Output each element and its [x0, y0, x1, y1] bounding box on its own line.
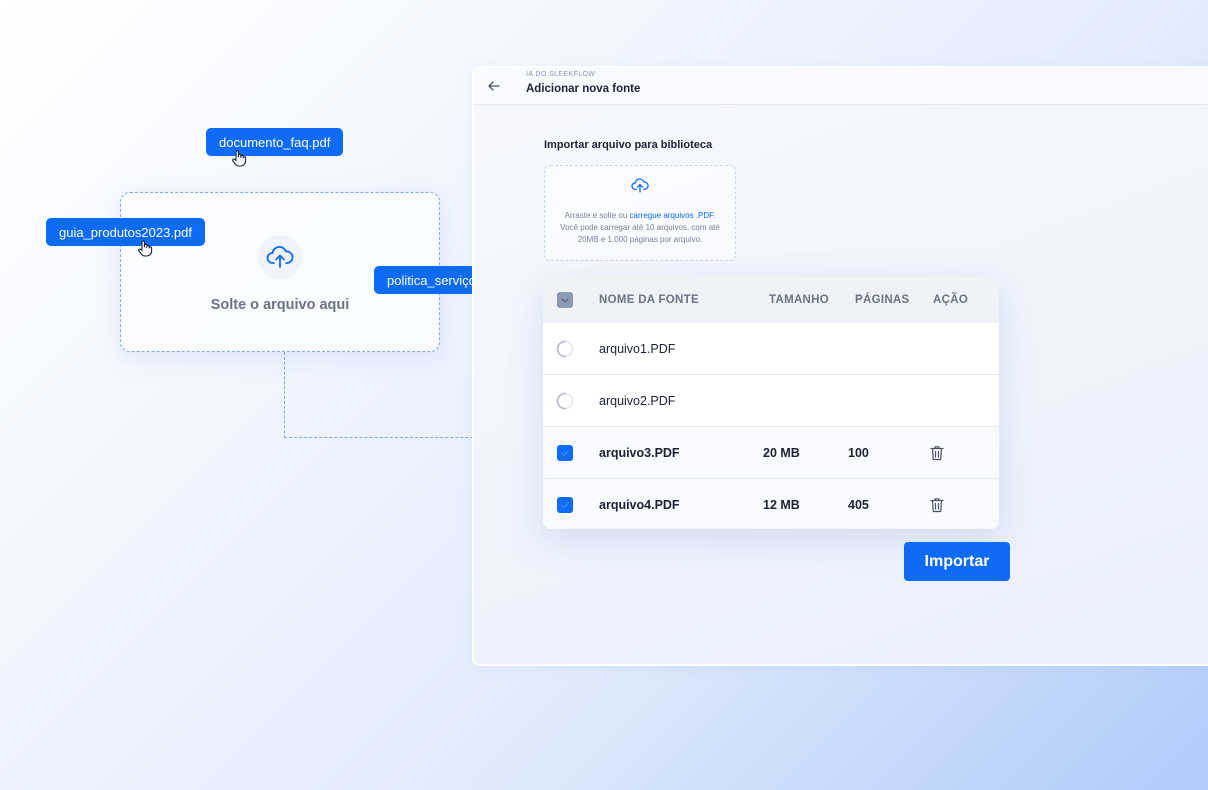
page-title: Adicionar nova fonte	[526, 83, 641, 95]
spinner-icon	[556, 392, 574, 410]
file-size: 20 MB	[763, 445, 800, 460]
upload-text-before: Arraste e solte ou	[564, 211, 630, 220]
file-pages: 405	[848, 498, 869, 512]
table-row: arquivo2.PDF	[543, 375, 999, 427]
file-pages: 100	[848, 445, 869, 460]
trash-icon[interactable]	[930, 497, 944, 513]
cloud-upload-icon	[631, 178, 649, 198]
select-all-checkbox[interactable]	[557, 292, 573, 308]
table-row: arquivo3.PDF 20 MB 100	[543, 427, 999, 479]
table-row: arquivo4.PDF 12 MB 405	[543, 479, 999, 529]
row-checkbox[interactable]	[557, 444, 573, 461]
trash-icon[interactable]	[930, 445, 944, 461]
hand-cursor-icon	[231, 149, 247, 167]
file-name: arquivo2.PDF	[599, 393, 676, 408]
column-header-pages[interactable]: PÁGINAS	[855, 294, 910, 306]
arrow-left-icon[interactable]	[486, 79, 502, 93]
chevron-down-icon	[561, 298, 569, 303]
drop-zone-label: Solte o arquivo aqui	[210, 297, 350, 313]
files-table: NOME DA FONTE TAMANHO PÁGINAS AÇÃO arqui…	[543, 277, 999, 529]
table-header: NOME DA FONTE TAMANHO PÁGINAS AÇÃO	[543, 277, 999, 323]
spinner-icon	[556, 340, 574, 358]
column-header-name[interactable]: NOME DA FONTE	[599, 294, 699, 306]
hand-cursor-icon	[137, 239, 153, 257]
table-row: arquivo1.PDF	[543, 323, 999, 375]
check-icon	[560, 449, 570, 456]
column-header-size[interactable]: TAMANHO	[769, 294, 829, 306]
import-button[interactable]: Importar	[904, 542, 1010, 581]
check-icon	[560, 501, 570, 509]
file-name: arquivo4.PDF	[599, 498, 680, 512]
row-checkbox[interactable]	[557, 497, 573, 513]
section-title: Importar arquivo para biblioteca	[544, 139, 713, 151]
column-header-action: AÇÃO	[933, 294, 969, 306]
breadcrumb: IA DO SLEEKFLOW	[526, 71, 596, 78]
file-size: 12 MB	[763, 498, 800, 512]
dragged-file-chip[interactable]: documento_faq.pdf	[206, 128, 344, 156]
panel-header: IA DO SLEEKFLOW Adicionar nova fonte	[474, 68, 1208, 105]
upload-dropzone[interactable]: Arraste e solte ou carregue arquivos .PD…	[544, 165, 736, 261]
upload-files-link[interactable]: carregue arquivos .PDF	[630, 211, 714, 220]
upload-instructions: Arraste e solte ou carregue arquivos .PD…	[560, 210, 720, 246]
dragged-file-chip[interactable]: guia_produtos2023.pdf	[46, 218, 206, 246]
file-name: arquivo3.PDF	[599, 445, 680, 460]
file-name: arquivo1.PDF	[599, 341, 676, 356]
cloud-upload-icon	[258, 235, 302, 279]
